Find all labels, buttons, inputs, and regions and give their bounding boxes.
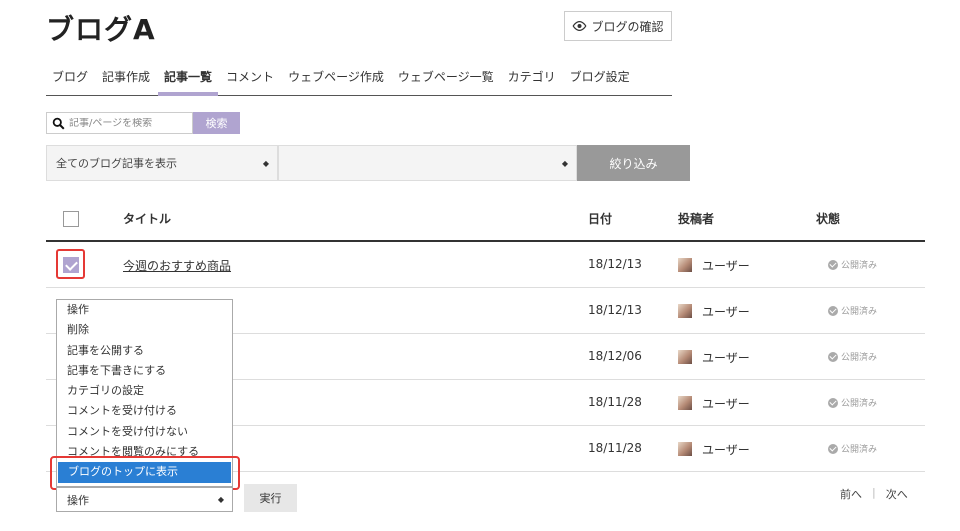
column-author: 投稿者 [678, 212, 715, 226]
pagination: 前へ | 次へ [840, 486, 908, 502]
post-date: 18/12/06 [588, 349, 642, 363]
prev-page-link[interactable]: 前へ [840, 486, 862, 502]
tab-webpage-list[interactable]: ウェブページ一覧 [392, 58, 500, 96]
post-author: ユーザー [702, 351, 750, 365]
status-text: 公開済み [841, 399, 878, 409]
column-status: 状態 [816, 212, 841, 226]
blog-preview-button[interactable]: ブログの確認 [564, 11, 672, 41]
tab-create-webpage[interactable]: ウェブページ作成 [282, 58, 390, 96]
secondary-filter-select[interactable]: ◆ [278, 145, 577, 181]
post-date: 18/12/13 [588, 303, 642, 317]
eye-icon [573, 21, 587, 31]
post-author: ユーザー [702, 305, 750, 319]
status-badge: 公開済み [828, 258, 877, 271]
option-highlight-frame [50, 456, 240, 490]
tab-blog-settings[interactable]: ブログ設定 [564, 58, 636, 96]
select-all-checkbox[interactable] [63, 211, 79, 227]
blog-tabs: ブログ 記事作成 記事一覧 コメント ウェブページ作成 ウェブページ一覧 カテゴ… [46, 58, 672, 96]
check-circle-icon [828, 443, 838, 454]
post-author: ユーザー [702, 397, 750, 411]
tab-post-list[interactable]: 記事一覧 [158, 58, 219, 96]
status-text: 公開済み [841, 307, 878, 317]
tab-comments[interactable]: コメント [220, 58, 280, 96]
table-row: 今週のおすすめ商品 18/12/13 ユーザー 公開済み [46, 242, 925, 288]
column-title: タイトル [123, 212, 172, 226]
post-author: ユーザー [702, 443, 750, 457]
execute-button[interactable]: 実行 [244, 484, 297, 512]
status-badge: 公開済み [828, 350, 877, 363]
page-title: ブログA [46, 13, 156, 46]
check-circle-icon [828, 259, 838, 270]
post-filter-select[interactable]: 全てのブログ記事を表示 ◆ [46, 145, 278, 181]
action-option[interactable]: 操作 [57, 300, 232, 320]
post-title-link[interactable]: 今週のおすすめ商品 [123, 257, 231, 274]
action-option[interactable]: 記事を下書きにする [57, 361, 232, 381]
action-select-value: 操作 [67, 493, 89, 507]
action-option[interactable]: 記事を公開する [57, 341, 232, 361]
select-arrows-icon: ◆ [262, 158, 269, 168]
column-date: 日付 [588, 212, 613, 226]
select-arrows-icon: ◆ [561, 158, 568, 168]
post-date: 18/12/13 [588, 257, 642, 271]
action-option[interactable]: カテゴリの設定 [57, 381, 232, 401]
action-option[interactable]: コメントを受け付けない [57, 422, 232, 442]
search-button[interactable]: 検索 [193, 112, 240, 134]
check-circle-icon [828, 305, 838, 316]
select-arrows-icon: ◆ [217, 495, 224, 504]
avatar [678, 396, 692, 410]
action-select[interactable]: 操作 ◆ [56, 487, 233, 512]
blog-preview-label: ブログの確認 [591, 19, 664, 34]
tab-category[interactable]: カテゴリ [502, 58, 562, 96]
checkbox-highlight-frame [56, 249, 85, 279]
action-option[interactable]: コメントを受け付ける [57, 401, 232, 421]
status-badge: 公開済み [828, 396, 877, 409]
tab-blog[interactable]: ブログ [46, 58, 94, 96]
status-badge: 公開済み [828, 304, 877, 317]
status-text: 公開済み [841, 261, 878, 271]
avatar [678, 350, 692, 364]
avatar [678, 258, 692, 272]
post-author: ユーザー [702, 259, 750, 273]
check-circle-icon [828, 351, 838, 362]
avatar [678, 442, 692, 456]
avatar [678, 304, 692, 318]
post-date: 18/11/28 [588, 395, 642, 409]
status-text: 公開済み [841, 445, 878, 455]
search-icon [52, 117, 65, 129]
status-text: 公開済み [841, 353, 878, 363]
post-date: 18/11/28 [588, 441, 642, 455]
table-header: タイトル 日付 投稿者 状態 [46, 200, 925, 242]
search-input[interactable] [69, 117, 189, 129]
filter-row: 全てのブログ記事を表示 ◆ ◆ 絞り込み [46, 145, 690, 181]
status-badge: 公開済み [828, 442, 877, 455]
pager-separator: | [872, 486, 876, 499]
search-box [46, 112, 193, 134]
check-circle-icon [828, 397, 838, 408]
post-filter-value: 全てのブログ記事を表示 [56, 157, 177, 170]
tab-create-post[interactable]: 記事作成 [96, 58, 156, 96]
filter-button[interactable]: 絞り込み [577, 145, 690, 181]
action-option[interactable]: 削除 [57, 320, 232, 340]
next-page-link[interactable]: 次へ [886, 486, 908, 502]
